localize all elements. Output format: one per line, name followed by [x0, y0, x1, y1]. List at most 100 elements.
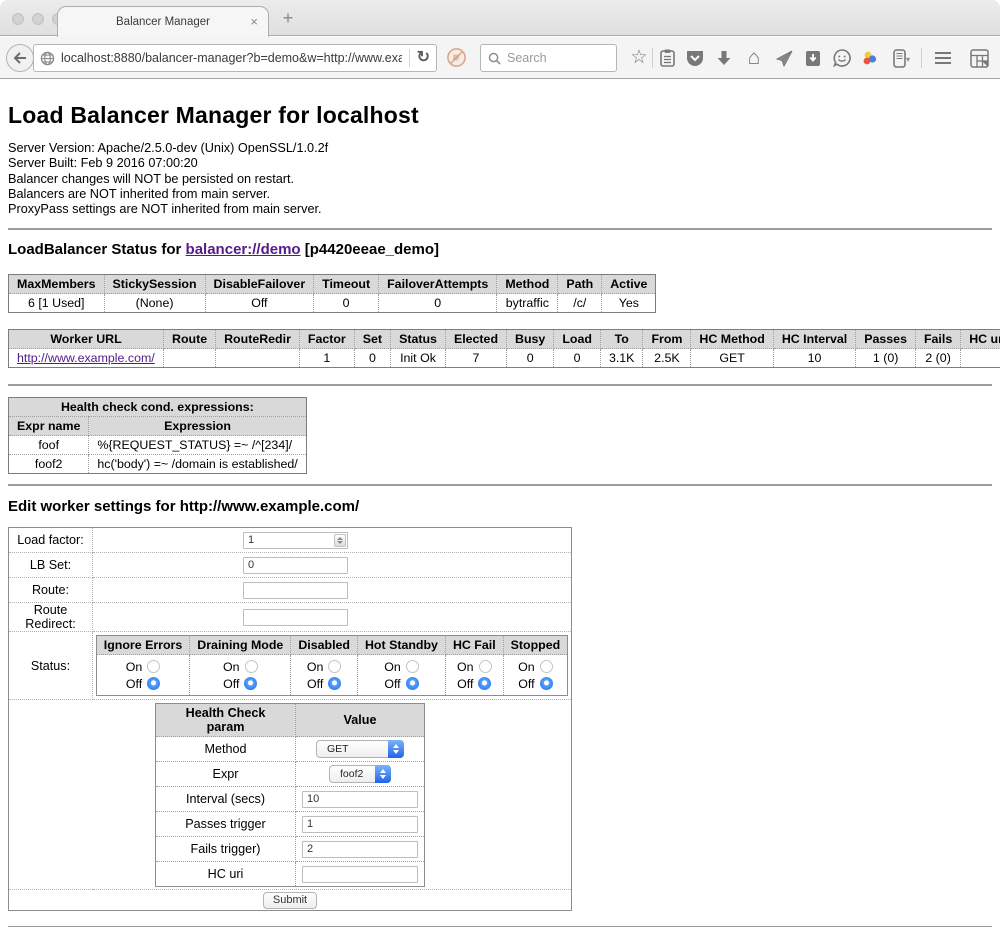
radio-stopped-off[interactable]	[540, 677, 553, 690]
header-cell: Load	[554, 330, 601, 349]
header-cell: HC Interval	[773, 330, 855, 349]
radio-draining-mode-on[interactable]	[245, 660, 258, 673]
minimize-window-icon[interactable]	[32, 13, 44, 25]
header-cell: Expr name	[9, 417, 89, 436]
number-spinner-icon[interactable]	[334, 534, 346, 547]
search-icon	[488, 52, 501, 65]
page-content: Load Balancer Manager for localhost Serv…	[0, 80, 1000, 927]
balancer-params-table: MaxMembers StickySession DisableFailover…	[8, 274, 656, 313]
menu-hamburger-icon[interactable]	[932, 47, 954, 69]
hc-row-hc-uri: HC uri	[156, 862, 425, 887]
radio-ignore-errors-on[interactable]	[147, 660, 160, 673]
table-header-row: Worker URL Route RouteRedir Factor Set S…	[9, 330, 1000, 349]
form-row-lb-set: LB Set:	[9, 553, 572, 578]
close-window-icon[interactable]	[12, 13, 24, 25]
radio-hc-fail-on[interactable]	[479, 660, 492, 673]
url-bar[interactable]: localhost:8880/balancer-manager?b=demo&w…	[33, 44, 437, 72]
expr-row: foof2 hc('body') =~ /domain is establish…	[9, 455, 307, 474]
toolbar-separator	[921, 48, 922, 68]
header-cell: Stopped	[503, 636, 568, 655]
submit-button[interactable]: Submit	[263, 892, 317, 909]
cell-fails: 2 (0)	[915, 349, 960, 368]
lb-set-input[interactable]	[243, 557, 348, 574]
hc-uri-input[interactable]	[302, 866, 418, 883]
passes-label: Passes trigger	[156, 812, 296, 837]
radio-stopped-on[interactable]	[540, 660, 553, 673]
radio-off-label: Off	[126, 677, 142, 691]
header-cell: Factor	[299, 330, 354, 349]
fails-input[interactable]	[302, 841, 418, 858]
hc-row-expr: Expr foof2	[156, 762, 425, 787]
radio-ignore-errors-off[interactable]	[147, 677, 160, 690]
worker-url-link[interactable]: http://www.example.com/	[17, 351, 155, 365]
reload-icon[interactable]: ↻	[417, 50, 430, 66]
status-cell-ignore-errors: On Off	[96, 655, 190, 696]
inherit-note-line: Balancers are NOT inherited from main se…	[8, 187, 992, 202]
hc-row-interval: Interval (secs)	[156, 787, 425, 812]
reading-list-icon[interactable]	[656, 47, 678, 69]
cell-expr-name: foof2	[9, 455, 89, 474]
balancer-demo-link[interactable]: balancer://demo	[186, 241, 301, 258]
search-bar[interactable]: Search	[480, 44, 617, 72]
method-select-value: GET	[327, 743, 349, 755]
home-icon[interactable]: ⌂	[743, 47, 765, 69]
status-cell-disabled: On Off	[291, 655, 358, 696]
back-button[interactable]	[6, 44, 34, 72]
radio-off-label: Off	[384, 677, 400, 691]
download-arrow-icon[interactable]	[713, 47, 735, 69]
form-row-submit: Submit	[9, 890, 572, 911]
radio-hot-standby-on[interactable]	[406, 660, 419, 673]
radio-hot-standby-off[interactable]	[406, 677, 419, 690]
radio-off-label: Off	[223, 677, 239, 691]
worker-settings-form: Load factor: LB Set: Route:	[8, 527, 572, 911]
select-stepper-icon	[388, 740, 404, 758]
hc-row-fails: Fails trigger)	[156, 837, 425, 862]
bookmark-star-icon[interactable]: ☆	[628, 47, 650, 69]
content-blocked-icon[interactable]	[446, 47, 467, 68]
pocket-icon[interactable]	[684, 47, 706, 69]
tab-groups-icon[interactable]	[968, 47, 990, 69]
close-tab-icon[interactable]: ×	[250, 15, 258, 28]
form-row-health-check: Health Check param Value Method GET	[9, 700, 572, 890]
forum-smiley-icon[interactable]	[831, 47, 853, 69]
new-tab-button[interactable]: +	[277, 8, 299, 30]
send-page-icon[interactable]	[773, 47, 795, 69]
load-factor-input[interactable]	[243, 532, 348, 549]
header-cell: StickySession	[104, 275, 205, 294]
save-to-device-icon[interactable]	[802, 47, 824, 69]
hc-header-row: Health Check param Value	[156, 704, 425, 737]
route-redirect-label: Route Redirect:	[9, 603, 93, 632]
interval-input[interactable]	[302, 791, 418, 808]
navigation-toolbar: localhost:8880/balancer-manager?b=demo&w…	[0, 37, 1000, 79]
proxypass-note-line: ProxyPass settings are NOT inherited fro…	[8, 202, 992, 217]
header-cell: Fails	[915, 330, 960, 349]
load-factor-label: Load factor:	[9, 528, 93, 553]
header-cell: Hot Standby	[357, 636, 445, 655]
status-cell-draining-mode: On Off	[190, 655, 291, 696]
route-redirect-input[interactable]	[243, 609, 348, 626]
passes-input[interactable]	[302, 816, 418, 833]
radio-disabled-off[interactable]	[328, 677, 341, 690]
status-radios-table: Ignore Errors Draining Mode Disabled Hot…	[96, 635, 568, 696]
colored-dots-icon[interactable]	[859, 47, 881, 69]
radio-hc-fail-off[interactable]	[478, 677, 491, 690]
overflow-caret-icon[interactable]: ▾	[906, 55, 910, 64]
header-cell: Method	[497, 275, 558, 294]
tab-balancer-manager[interactable]: Balancer Manager ×	[57, 6, 269, 37]
radio-on-label: On	[223, 660, 240, 674]
search-placeholder: Search	[507, 51, 547, 65]
radio-draining-mode-off[interactable]	[244, 677, 257, 690]
radio-disabled-on[interactable]	[328, 660, 341, 673]
titlebar: Balancer Manager × +	[0, 0, 1000, 36]
health-check-params-table: Health Check param Value Method GET	[155, 703, 425, 887]
header-cell: Route	[164, 330, 216, 349]
expr-select[interactable]: foof2	[329, 765, 391, 783]
cell-stickysession: (None)	[104, 294, 205, 313]
load-factor-stepper[interactable]	[243, 532, 348, 549]
method-select[interactable]: GET	[316, 740, 404, 758]
header-cell: Path	[558, 275, 602, 294]
route-input[interactable]	[243, 582, 348, 599]
cell-disablefailover: Off	[205, 294, 314, 313]
url-text[interactable]: localhost:8880/balancer-manager?b=demo&w…	[61, 51, 402, 65]
browser-window: Balancer Manager × + localhost:8880/bala…	[0, 0, 1000, 927]
